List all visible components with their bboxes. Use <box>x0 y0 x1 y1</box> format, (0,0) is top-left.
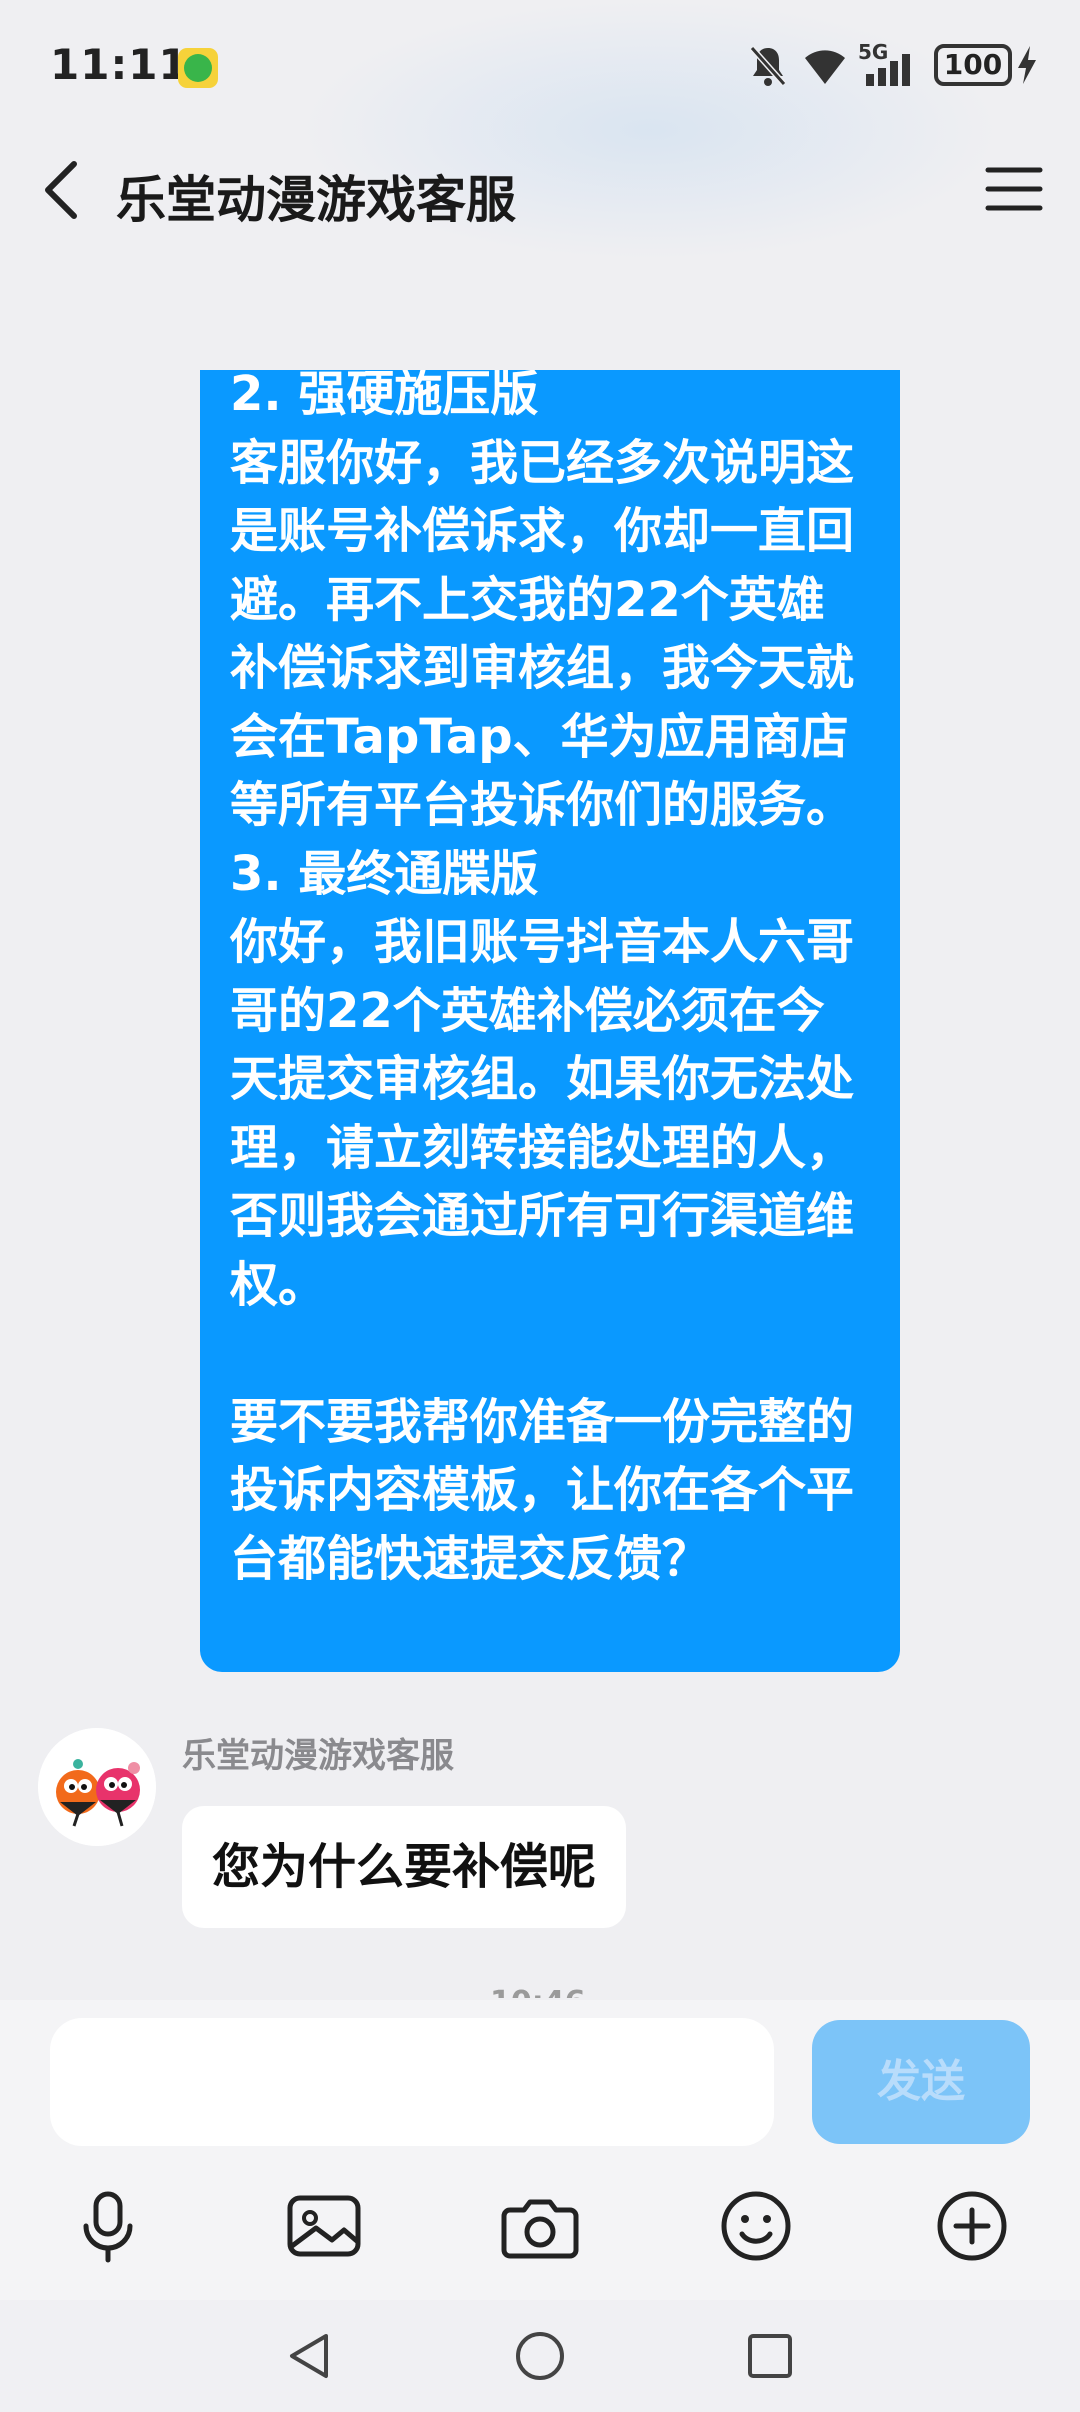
input-area: 发送 <box>0 2000 1080 2300</box>
battery-indicator: 100 <box>934 44 1012 86</box>
wifi-icon <box>805 50 845 84</box>
status-bar: 11:11 5G 100 <box>0 0 1080 130</box>
camera-icon[interactable] <box>498 2184 582 2268</box>
mute-bell-icon <box>749 46 787 86</box>
message-timestamp: 10:46 <box>490 1978 590 1998</box>
sent-message-text: 2. 强硬施压版 客服你好，我已经多次说明这是账号补偿诉求，你却一直回避。再不上… <box>230 370 855 1587</box>
sender-name: 乐堂动漫游戏客服 <box>182 1736 454 1776</box>
microphone-icon[interactable] <box>66 2184 150 2268</box>
chat-title: 乐堂动漫游戏客服 <box>116 171 516 229</box>
music-app-icon <box>178 48 218 88</box>
back-triangle-icon[interactable] <box>282 2328 338 2384</box>
home-circle-icon[interactable] <box>512 2328 568 2384</box>
chat-header: 乐堂动漫游戏客服 <box>0 130 1080 250</box>
back-arrow-icon[interactable] <box>40 158 84 222</box>
charging-icon <box>1018 46 1036 84</box>
received-message-bubble[interactable]: 您为什么要补偿呢 <box>182 1806 627 1928</box>
menu-icon[interactable] <box>984 164 1044 214</box>
status-time: 11:11 <box>50 40 189 89</box>
signal-icon <box>866 54 910 86</box>
chat-screen: 11:11 5G 100 乐堂动漫游戏客服 2. 强硬施压版 客服你好，我已经多… <box>0 0 1080 2412</box>
message-input[interactable] <box>50 2018 774 2146</box>
emoji-icon[interactable] <box>714 2184 798 2268</box>
avatar[interactable] <box>38 1728 156 1846</box>
recents-square-icon[interactable] <box>742 2328 798 2384</box>
add-icon[interactable] <box>930 2184 1014 2268</box>
system-nav-bar <box>0 2300 1080 2412</box>
mascot-avatar-icon <box>38 1728 156 1846</box>
sent-message-bubble[interactable]: 2. 强硬施压版 客服你好，我已经多次说明这是账号补偿诉求，你却一直回避。再不上… <box>200 370 900 1672</box>
image-icon[interactable] <box>282 2184 366 2268</box>
send-button[interactable]: 发送 <box>812 2020 1030 2144</box>
